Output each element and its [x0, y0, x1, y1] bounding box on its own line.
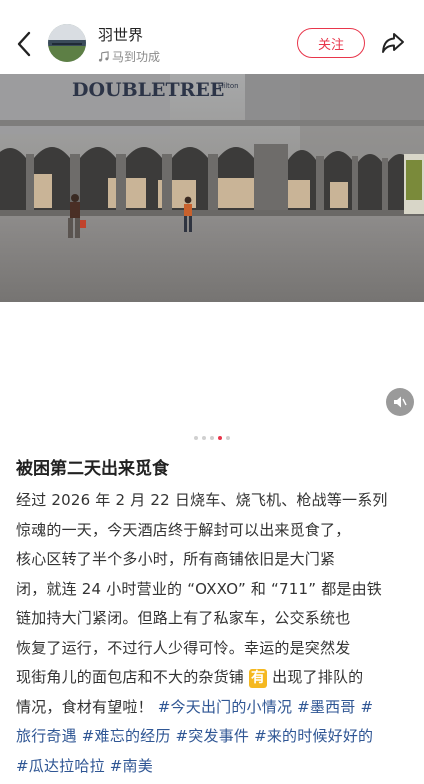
post-header: 羽世界 马到功成 关注: [0, 0, 424, 74]
post-body: 经过 2026 年 2 月 22 日烧车、烧飞机、枪战等一系列 惊魂的一天，今天…: [16, 486, 412, 781]
post-text: 现街角儿的面包店和不大的杂货铺: [16, 668, 245, 686]
hotel-sign: DOUBLETREE: [72, 79, 224, 101]
author-avatar[interactable]: [48, 24, 86, 62]
avatar-image: [48, 24, 86, 62]
music-note-icon: [98, 51, 109, 62]
hashtag-link[interactable]: #突发事件: [176, 727, 250, 745]
post-line: 现街角儿的面包店和不大的杂货铺 有 出现了排队的: [16, 663, 412, 693]
post-line: 链加持大门紧闭。但路上有了私家车，公交系统也: [16, 609, 351, 627]
hotel-sign-hilton: Hilton: [218, 82, 239, 90]
hashtag-link[interactable]: #瓜达拉哈拉: [16, 757, 105, 775]
carousel-dot[interactable]: [210, 436, 214, 440]
hashtag-link[interactable]: #今天出门的小情况: [158, 698, 292, 716]
carousel-dot[interactable]: [202, 436, 206, 440]
hashtag-link[interactable]: #墨西哥: [297, 698, 355, 716]
chevron-left-icon[interactable]: [12, 28, 36, 60]
hashtag-link[interactable]: 旅行奇遇: [16, 727, 77, 745]
post-line: #瓜达拉哈拉 #南美: [16, 752, 412, 782]
carousel-dot[interactable]: [194, 436, 198, 440]
post-photo[interactable]: DOUBLETREE Hilton: [0, 74, 424, 302]
post-line: 闭，就连 24 小时营业的 “OXXO” 和 “711” 都是由铁: [16, 579, 382, 598]
hashtag-link[interactable]: #来的时候好好的: [254, 727, 373, 745]
hashtag-link[interactable]: #: [360, 698, 373, 716]
hashtag-link[interactable]: #难忘的经历: [82, 727, 171, 745]
follow-button[interactable]: 关注: [297, 28, 365, 58]
hashtag-link[interactable]: #南美: [110, 757, 153, 775]
author-name[interactable]: 羽世界: [98, 24, 143, 45]
carousel-dot[interactable]: [226, 436, 230, 440]
carousel-dot[interactable]: [218, 436, 222, 440]
music-info[interactable]: 马到功成: [98, 48, 160, 65]
post-title: 被困第二天出来觅食: [16, 459, 169, 479]
post-line: 旅行奇遇 #难忘的经历 #突发事件 #来的时候好好的: [16, 722, 412, 752]
you-emoji-icon: 有: [248, 669, 268, 688]
post-line: 恢复了运行，不过行人少得可怜。幸运的是突然发: [16, 638, 351, 657]
post-line: 惊魂的一天，今天酒店终于解封可以出来觅食了，: [16, 520, 351, 539]
carousel-indicator: [0, 436, 424, 440]
music-label: 马到功成: [112, 50, 161, 64]
mute-button[interactable]: [386, 388, 414, 416]
speaker-icon: [394, 396, 407, 408]
share-arrow-icon[interactable]: [380, 30, 406, 56]
post-line: 经过 2026 年 2 月 22 日烧车、烧飞机、枪战等一系列: [16, 491, 388, 509]
post-text: 出现了排队的: [272, 668, 364, 686]
photo-street-scene: DOUBLETREE Hilton: [0, 74, 424, 302]
post-line: 核心区转了半个多小时，所有商铺依旧是大门紧: [16, 550, 336, 568]
post-line: 情况，食材有望啦！ #今天出门的小情况 #墨西哥 #: [16, 693, 412, 723]
post-text: 情况，食材有望啦！: [16, 697, 153, 716]
